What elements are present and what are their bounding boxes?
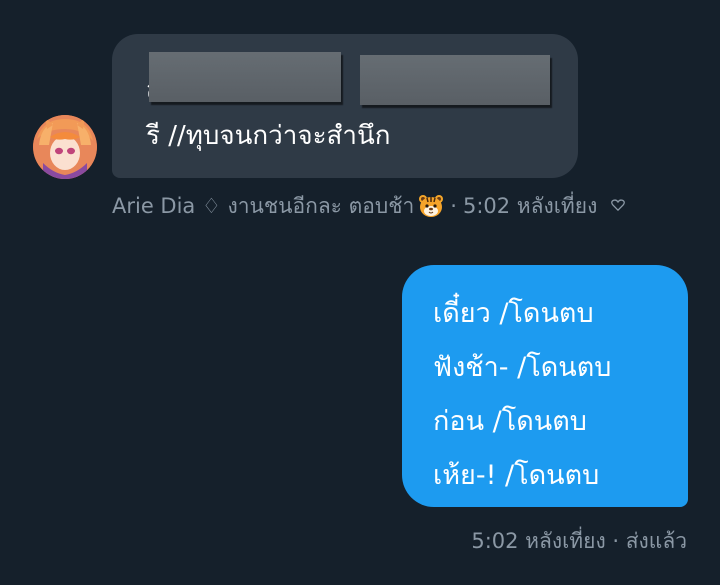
- outgoing-message-bubble[interactable]: เดี๋ยว /โดนตบ ฟังช้า- /โดนตบ ก่อน /โดนตบ…: [402, 265, 688, 507]
- avatar-image: [33, 115, 97, 179]
- avatar[interactable]: [33, 115, 97, 179]
- incoming-message-meta: Arie Dia ♢ งานชนอีกละ ตอบช้า · 5:02 หลัง…: [112, 190, 626, 223]
- outgoing-message-line: เดี๋ยว /โดนตบ: [433, 298, 594, 329]
- heart-outline-icon[interactable]: [611, 197, 626, 215]
- outgoing-message-line: ฟังช้า- /โดนตบ: [433, 352, 612, 383]
- tiger-face-icon: [418, 194, 444, 218]
- incoming-message-bubble[interactable]: ส ยเ รี //ทุบจนกว่าจะสำนึก: [112, 34, 578, 178]
- incoming-message-line-2: รี //ทุบจนกว่าจะสำนึก: [146, 121, 391, 151]
- dm-conversation: ส ยเ รี //ทุบจนกว่าจะสำนึก Arie Dia ♢ งา…: [0, 0, 720, 585]
- redaction-box: [149, 52, 341, 102]
- sender-name[interactable]: Arie Dia ♢ งานชนอีกละ ตอบช้า: [112, 190, 414, 223]
- meta-separator: ·: [450, 194, 457, 218]
- redaction-box: [360, 55, 550, 105]
- outgoing-message-meta: 5:02 หลังเที่ยง · ส่งแล้ว: [471, 529, 687, 553]
- outgoing-message-line: เห้ย-! /โดนตบ: [433, 460, 600, 491]
- outgoing-message-line: ก่อน /โดนตบ: [433, 406, 587, 437]
- message-timestamp: 5:02 หลังเที่ยง: [462, 193, 598, 218]
